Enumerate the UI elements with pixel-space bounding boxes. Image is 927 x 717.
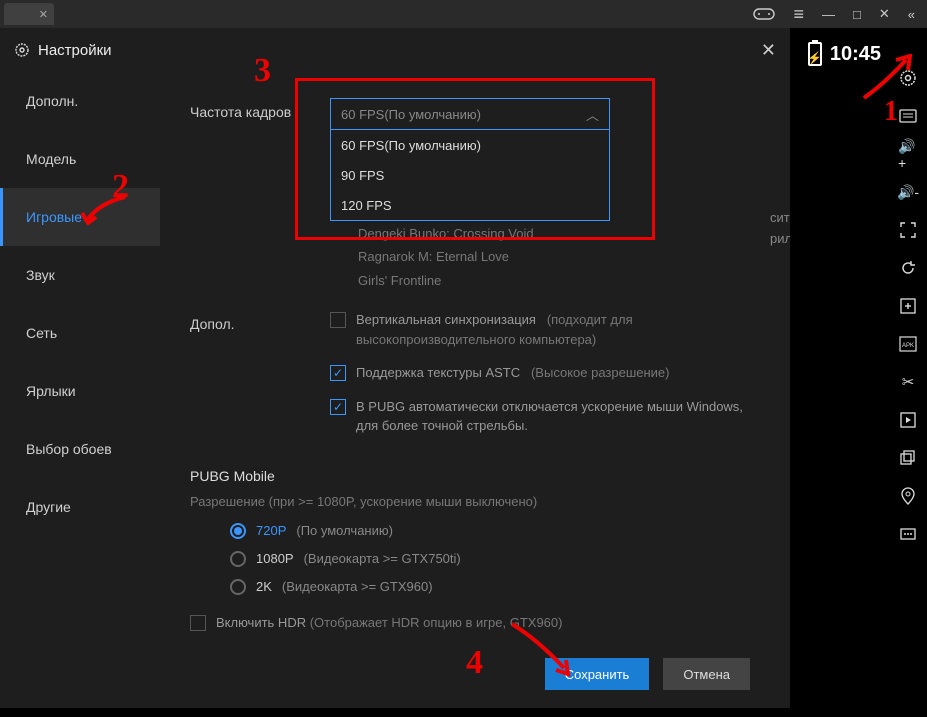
keyboard-icon[interactable] <box>898 106 918 126</box>
settings-footer: Сохранить Отмена <box>0 640 790 708</box>
settings-dialog: Настройки ✕ Дополн. Модель Игровые Звук … <box>0 28 790 708</box>
vsync-checkbox[interactable] <box>330 312 346 328</box>
nav-item-model[interactable]: Модель <box>0 130 160 188</box>
fps-game-list: Dengeki Bunko: Crossing Void Ragnarok M:… <box>358 222 764 292</box>
close-window-icon[interactable]: ✕ <box>879 6 890 22</box>
fps-option-60[interactable]: 60 FPS(По умолчанию) <box>331 130 609 160</box>
maximize-icon[interactable]: □ <box>853 7 861 22</box>
settings-nav: Дополн. Модель Игровые Звук Сеть Ярлыки … <box>0 72 160 640</box>
tab-close-icon[interactable]: ✕ <box>39 8 48 21</box>
app-tab[interactable]: ✕ <box>4 3 54 25</box>
fullscreen-icon[interactable] <box>898 220 918 240</box>
radio-icon <box>230 579 246 595</box>
astc-checkbox[interactable] <box>330 365 346 381</box>
settings-close-icon[interactable]: ✕ <box>761 40 776 61</box>
right-toolbar: 🔊+ 🔊- APK ✂ <box>889 28 927 717</box>
res-2k[interactable]: 2K (Видеокарта >= GTX960) <box>230 579 764 595</box>
hdr-checkbox[interactable] <box>190 615 206 631</box>
pubg-section-title: PUBG Mobile <box>190 468 764 484</box>
settings-title: Настройки <box>38 42 112 59</box>
nav-item-vybor-oboev[interactable]: Выбор обоев <box>0 420 160 478</box>
hdr-note: (Отображает HDR опцию в игре, GTX960) <box>310 615 563 630</box>
hdr-label: Включить HDR <box>216 615 306 630</box>
clock: 10:45 <box>830 43 881 66</box>
more-icon[interactable] <box>898 524 918 544</box>
refresh-icon[interactable] <box>898 258 918 278</box>
astc-label: Поддержка текстуры ASTC <box>356 365 520 380</box>
fps-dropdown[interactable]: 60 FPS(По умолчанию) ︿ 60 FPS(По умолчан… <box>330 98 610 130</box>
volume-up-icon[interactable]: 🔊+ <box>898 144 918 164</box>
radio-icon <box>230 523 246 539</box>
pubg-mouse-label: В PUBG автоматически отключается ускорен… <box>356 397 764 436</box>
settings-content: Частота кадров 60 FPS(По умолчанию) ︿ 60… <box>160 72 790 640</box>
nav-item-set[interactable]: Сеть <box>0 304 160 362</box>
pubg-res-note: Разрешение (при >= 1080P, ускорение мыши… <box>190 494 764 509</box>
scissors-icon[interactable]: ✂ <box>898 372 918 392</box>
radio-icon <box>230 551 246 567</box>
emulator-statusbar: ⚡ 10:45 <box>808 42 881 66</box>
volume-down-icon[interactable]: 🔊- <box>898 182 918 202</box>
cancel-button[interactable]: Отмена <box>663 658 750 690</box>
add-box-icon[interactable] <box>898 296 918 316</box>
location-icon[interactable] <box>898 486 918 506</box>
fps-label: Частота кадров <box>190 98 330 292</box>
fps-option-120[interactable]: 120 FPS <box>331 190 609 220</box>
pubg-mouse-checkbox[interactable] <box>330 399 346 415</box>
gear-icon <box>14 42 30 58</box>
res-720p[interactable]: 720P (По умолчанию) <box>230 523 764 539</box>
nav-item-yarlyki[interactable]: Ярлыки <box>0 362 160 420</box>
addl-label: Допол. <box>190 310 330 450</box>
fps-option-90[interactable]: 90 FPS <box>331 160 609 190</box>
astc-note: (Высокое разрешение) <box>531 365 670 380</box>
window-titlebar: ✕ ≡ — □ ✕ « <box>0 0 927 28</box>
settings-icon[interactable] <box>898 68 918 88</box>
apk-icon[interactable]: APK <box>898 334 918 354</box>
svg-text:APK: APK <box>902 343 914 349</box>
nav-item-igrovye[interactable]: Игровые <box>0 188 160 246</box>
res-1080p[interactable]: 1080P (Видеокарта >= GTX750ti) <box>230 551 764 567</box>
chevron-up-icon: ︿ <box>586 105 599 124</box>
minimize-icon[interactable]: — <box>822 7 835 22</box>
battery-icon: ⚡ <box>808 42 822 66</box>
nav-item-dopoln[interactable]: Дополн. <box>0 72 160 130</box>
fps-dropdown-list: 60 FPS(По умолчанию) 90 FPS 120 FPS <box>330 130 610 221</box>
vsync-label: Вертикальная синхронизация <box>356 312 536 327</box>
window-controls: ≡ — □ ✕ « <box>753 4 927 25</box>
nav-item-drugie[interactable]: Другие <box>0 478 160 536</box>
fps-side-note: сится только к следую риложения работают <box>770 208 790 250</box>
collapse-sidebar-icon[interactable]: « <box>908 7 915 22</box>
gamepad-icon[interactable] <box>753 6 775 22</box>
menu-icon[interactable]: ≡ <box>793 4 804 25</box>
fps-selected: 60 FPS(По умолчанию) <box>341 107 481 122</box>
save-button[interactable]: Сохранить <box>545 658 650 690</box>
play-box-icon[interactable] <box>898 410 918 430</box>
settings-header: Настройки ✕ <box>0 28 790 72</box>
nav-item-zvuk[interactable]: Звук <box>0 246 160 304</box>
multi-window-icon[interactable] <box>898 448 918 468</box>
